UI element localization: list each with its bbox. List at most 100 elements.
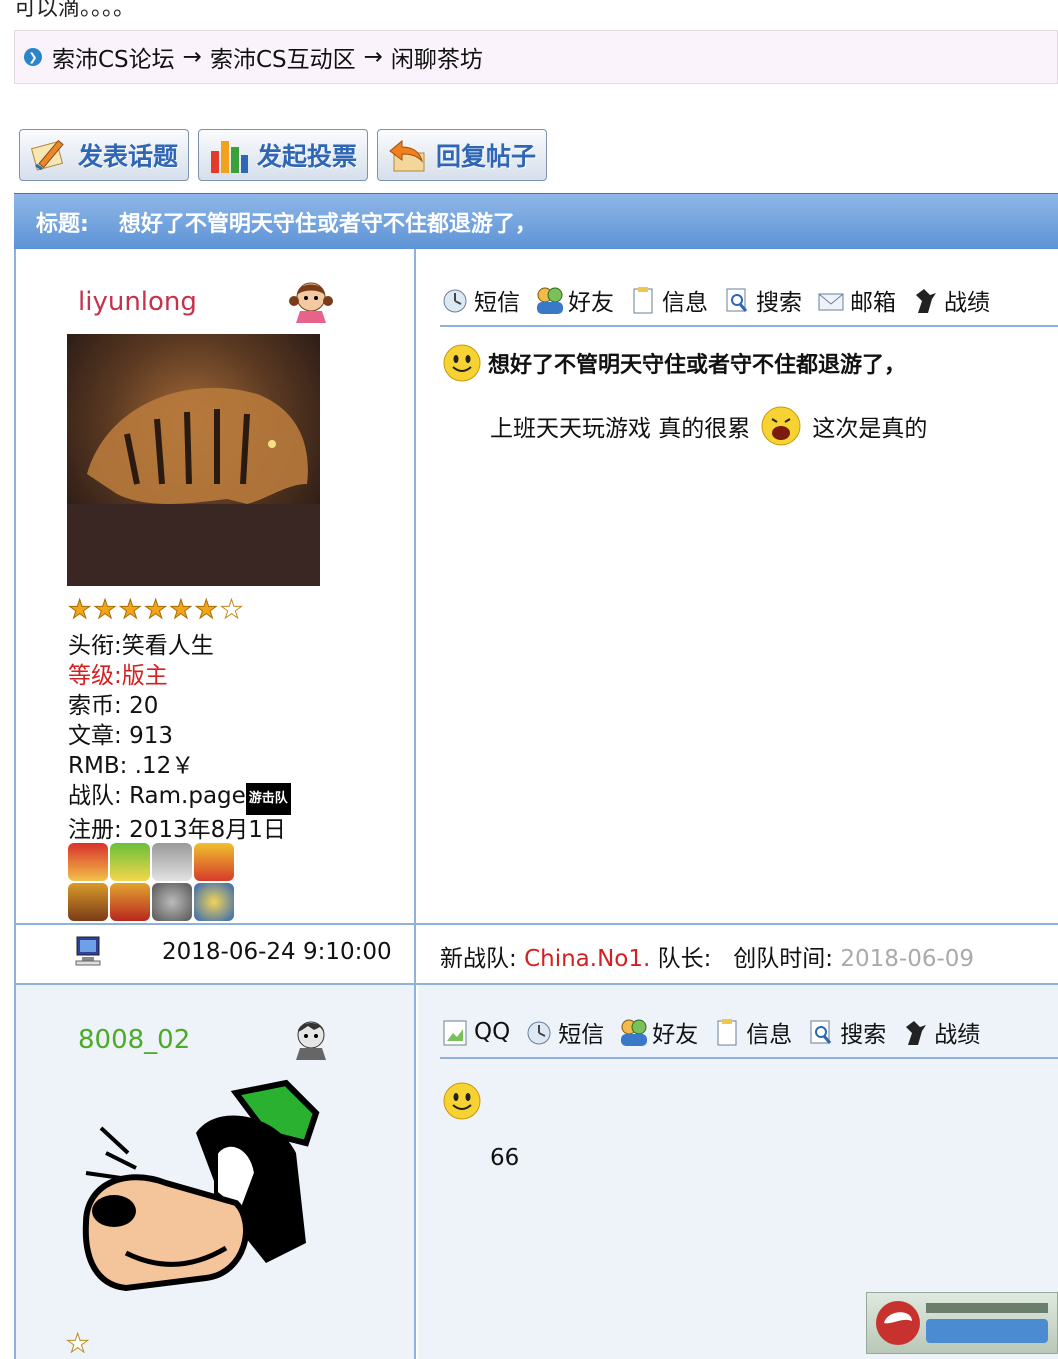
post-1-content: 短信 好友 信息 搜索 邮箱 战绩 想好了不管明天守住或者守不住都退游了， 上班… [418,249,1058,923]
star-icon: ★ [118,595,142,626]
post-1-body-text-a: 上班天天玩游戏 真的很累 [490,416,751,442]
smile-emoticon-icon [443,344,481,382]
team-name-link[interactable]: China.No1. [524,946,650,972]
post-1-team-info: 新战队: China.No1. 队长: 创队时间: 2018-06-09 [440,946,975,972]
post-1-datetime: 2018-06-24 9:10:00 [162,939,392,965]
breadcrumb-separator: → [182,44,202,70]
post-2-emoticon [442,1081,482,1125]
user-avatar-tiger-image [67,334,320,586]
medal-icon [194,843,234,881]
medal-icon [68,843,108,881]
breadcrumb: ❯ 索沛CS论坛 → 索沛CS互动区 → 闲聊茶坊 [14,30,1058,84]
post-1-body: 上班天天玩游戏 真的很累 这次是真的 [490,405,927,447]
user-avatar-goofy-image [66,1073,326,1327]
tool-qq[interactable]: QQ [440,1017,510,1047]
user-title-row: 头衔:笑看人生 [68,633,214,659]
tool-friend[interactable]: 好友 [618,1015,698,1049]
star-icon: ★ [65,1329,90,1359]
tool-message[interactable]: 短信 [440,283,520,317]
reply-arrow-icon [386,135,430,175]
medal-icon [68,883,108,921]
breadcrumb-link-forum[interactable]: 索沛CS论坛 [52,40,175,74]
thread-title: 想好了不管明天守住或者守不住都退游了， [118,211,537,237]
top-text: 可以滴。。。。 [14,0,136,21]
reply-label: 回复帖子 [436,142,537,171]
laughing-emoticon-icon [761,406,801,446]
medal-icon [110,843,150,881]
post-1-meta-left: 2018-06-24 9:10:00 [16,925,416,983]
star-icon: ★ [93,595,117,626]
new-topic-label: 发表话题 [78,142,179,171]
message-icon [524,1017,554,1047]
tool-search[interactable]: 搜索 [722,283,802,317]
star-icon: ★ [194,595,218,626]
female-user-icon [286,277,336,329]
tool-record[interactable]: 战绩 [910,283,990,317]
clipboard-icon [712,1017,742,1047]
post-1-title: 想好了不管明天守住或者守不住都退游了， [442,343,906,383]
post-2-toolbar: QQ 短信 好友 信息 搜索 战绩 [440,1007,1058,1059]
post-1-author-panel: liyunlong ★ ★ ★ ★ ★ ★ ★ 头衔:笑看人生 等级:版主 索币… [16,249,416,923]
soldier-icon [900,1017,930,1047]
user-posts-row: 文章: 913 [68,723,173,749]
medal-icon [152,843,192,881]
new-poll-label: 发起投票 [257,142,358,171]
medal-icon [194,883,234,921]
action-button-bar: 发表话题 发起投票 回复帖子 [19,129,548,181]
empty-star-icon: ★ [219,595,244,626]
post-2-body: 66 [490,1145,520,1171]
team-badge: 游击队 [245,783,291,815]
clipboard-icon [628,285,658,315]
post-1-toolbar: 短信 好友 信息 搜索 邮箱 战绩 [440,275,1058,327]
rank-stars: ★ ★ ★ ★ ★ ★ ★ [67,595,244,626]
breadcrumb-bullet-icon: ❯ [24,48,42,66]
message-icon [440,285,470,315]
tool-friend[interactable]: 好友 [534,283,614,317]
user-level-row: 等级:版主 [68,663,168,689]
star-icon: ★ [143,595,168,626]
site-watermark-logo [866,1292,1058,1354]
tool-info[interactable]: 信息 [712,1015,792,1049]
post-1-username[interactable]: liyunlong [78,287,197,317]
post-2-author-panel: 8008_02 ★ [16,985,416,1359]
user-register-row: 注册: 2013年8月1日 [68,817,286,843]
thread-title-bar: 标题: 想好了不管明天守住或者守不住都退游了， [14,193,1058,249]
tool-record[interactable]: 战绩 [900,1015,980,1049]
star-icon: ★ [67,595,92,626]
search-icon [722,285,752,315]
user-team-link[interactable]: Ram.page [129,783,246,809]
tool-message[interactable]: 短信 [524,1015,604,1049]
user-team-row: 战队: Ram.page 游击队 [68,781,291,815]
medal-icon [152,883,192,921]
breadcrumb-link-section[interactable]: 索沛CS互动区 [210,40,356,74]
friends-icon [618,1017,648,1047]
user-rmb-row: RMB: .12￥ [68,753,195,779]
star-icon: ★ [169,595,193,626]
bar-chart-icon [207,135,251,175]
breadcrumb-separator: → [363,44,383,70]
post-1-title-text: 想好了不管明天守住或者守不住都退游了， [488,353,907,378]
image-placeholder-icon [440,1017,470,1047]
post-1-meta: 2018-06-24 9:10:00 新战队: China.No1. 队长: 创… [14,925,1058,985]
tool-search[interactable]: 搜索 [806,1015,886,1049]
user-coins-row: 索币: 20 [68,693,159,719]
soldier-icon [910,285,940,315]
medals [68,843,238,921]
post-1-body-text-b: 这次是真的 [812,416,928,442]
post-2-username[interactable]: 8008_02 [78,1025,190,1055]
computer-icon [74,935,104,971]
post-1: liyunlong ★ ★ ★ ★ ★ ★ ★ 头衔:笑看人生 等级:版主 索币… [14,249,1058,925]
friends-icon [534,285,564,315]
search-icon [806,1017,836,1047]
smile-emoticon-icon [443,1082,481,1120]
new-topic-button[interactable]: 发表话题 [19,129,190,181]
breadcrumb-link-board[interactable]: 闲聊茶坊 [391,40,483,74]
thread-title-label: 标题: [36,211,89,237]
pencil-paper-icon [28,135,72,175]
male-user-icon [286,1015,336,1065]
new-poll-button[interactable]: 发起投票 [198,129,369,181]
reply-button[interactable]: 回复帖子 [377,129,548,181]
user-info: 头衔:笑看人生 等级:版主 索币: 20 文章: 913 RMB: .12￥ 战… [68,631,291,845]
tool-info[interactable]: 信息 [628,283,708,317]
tool-email[interactable]: 邮箱 [816,283,896,317]
